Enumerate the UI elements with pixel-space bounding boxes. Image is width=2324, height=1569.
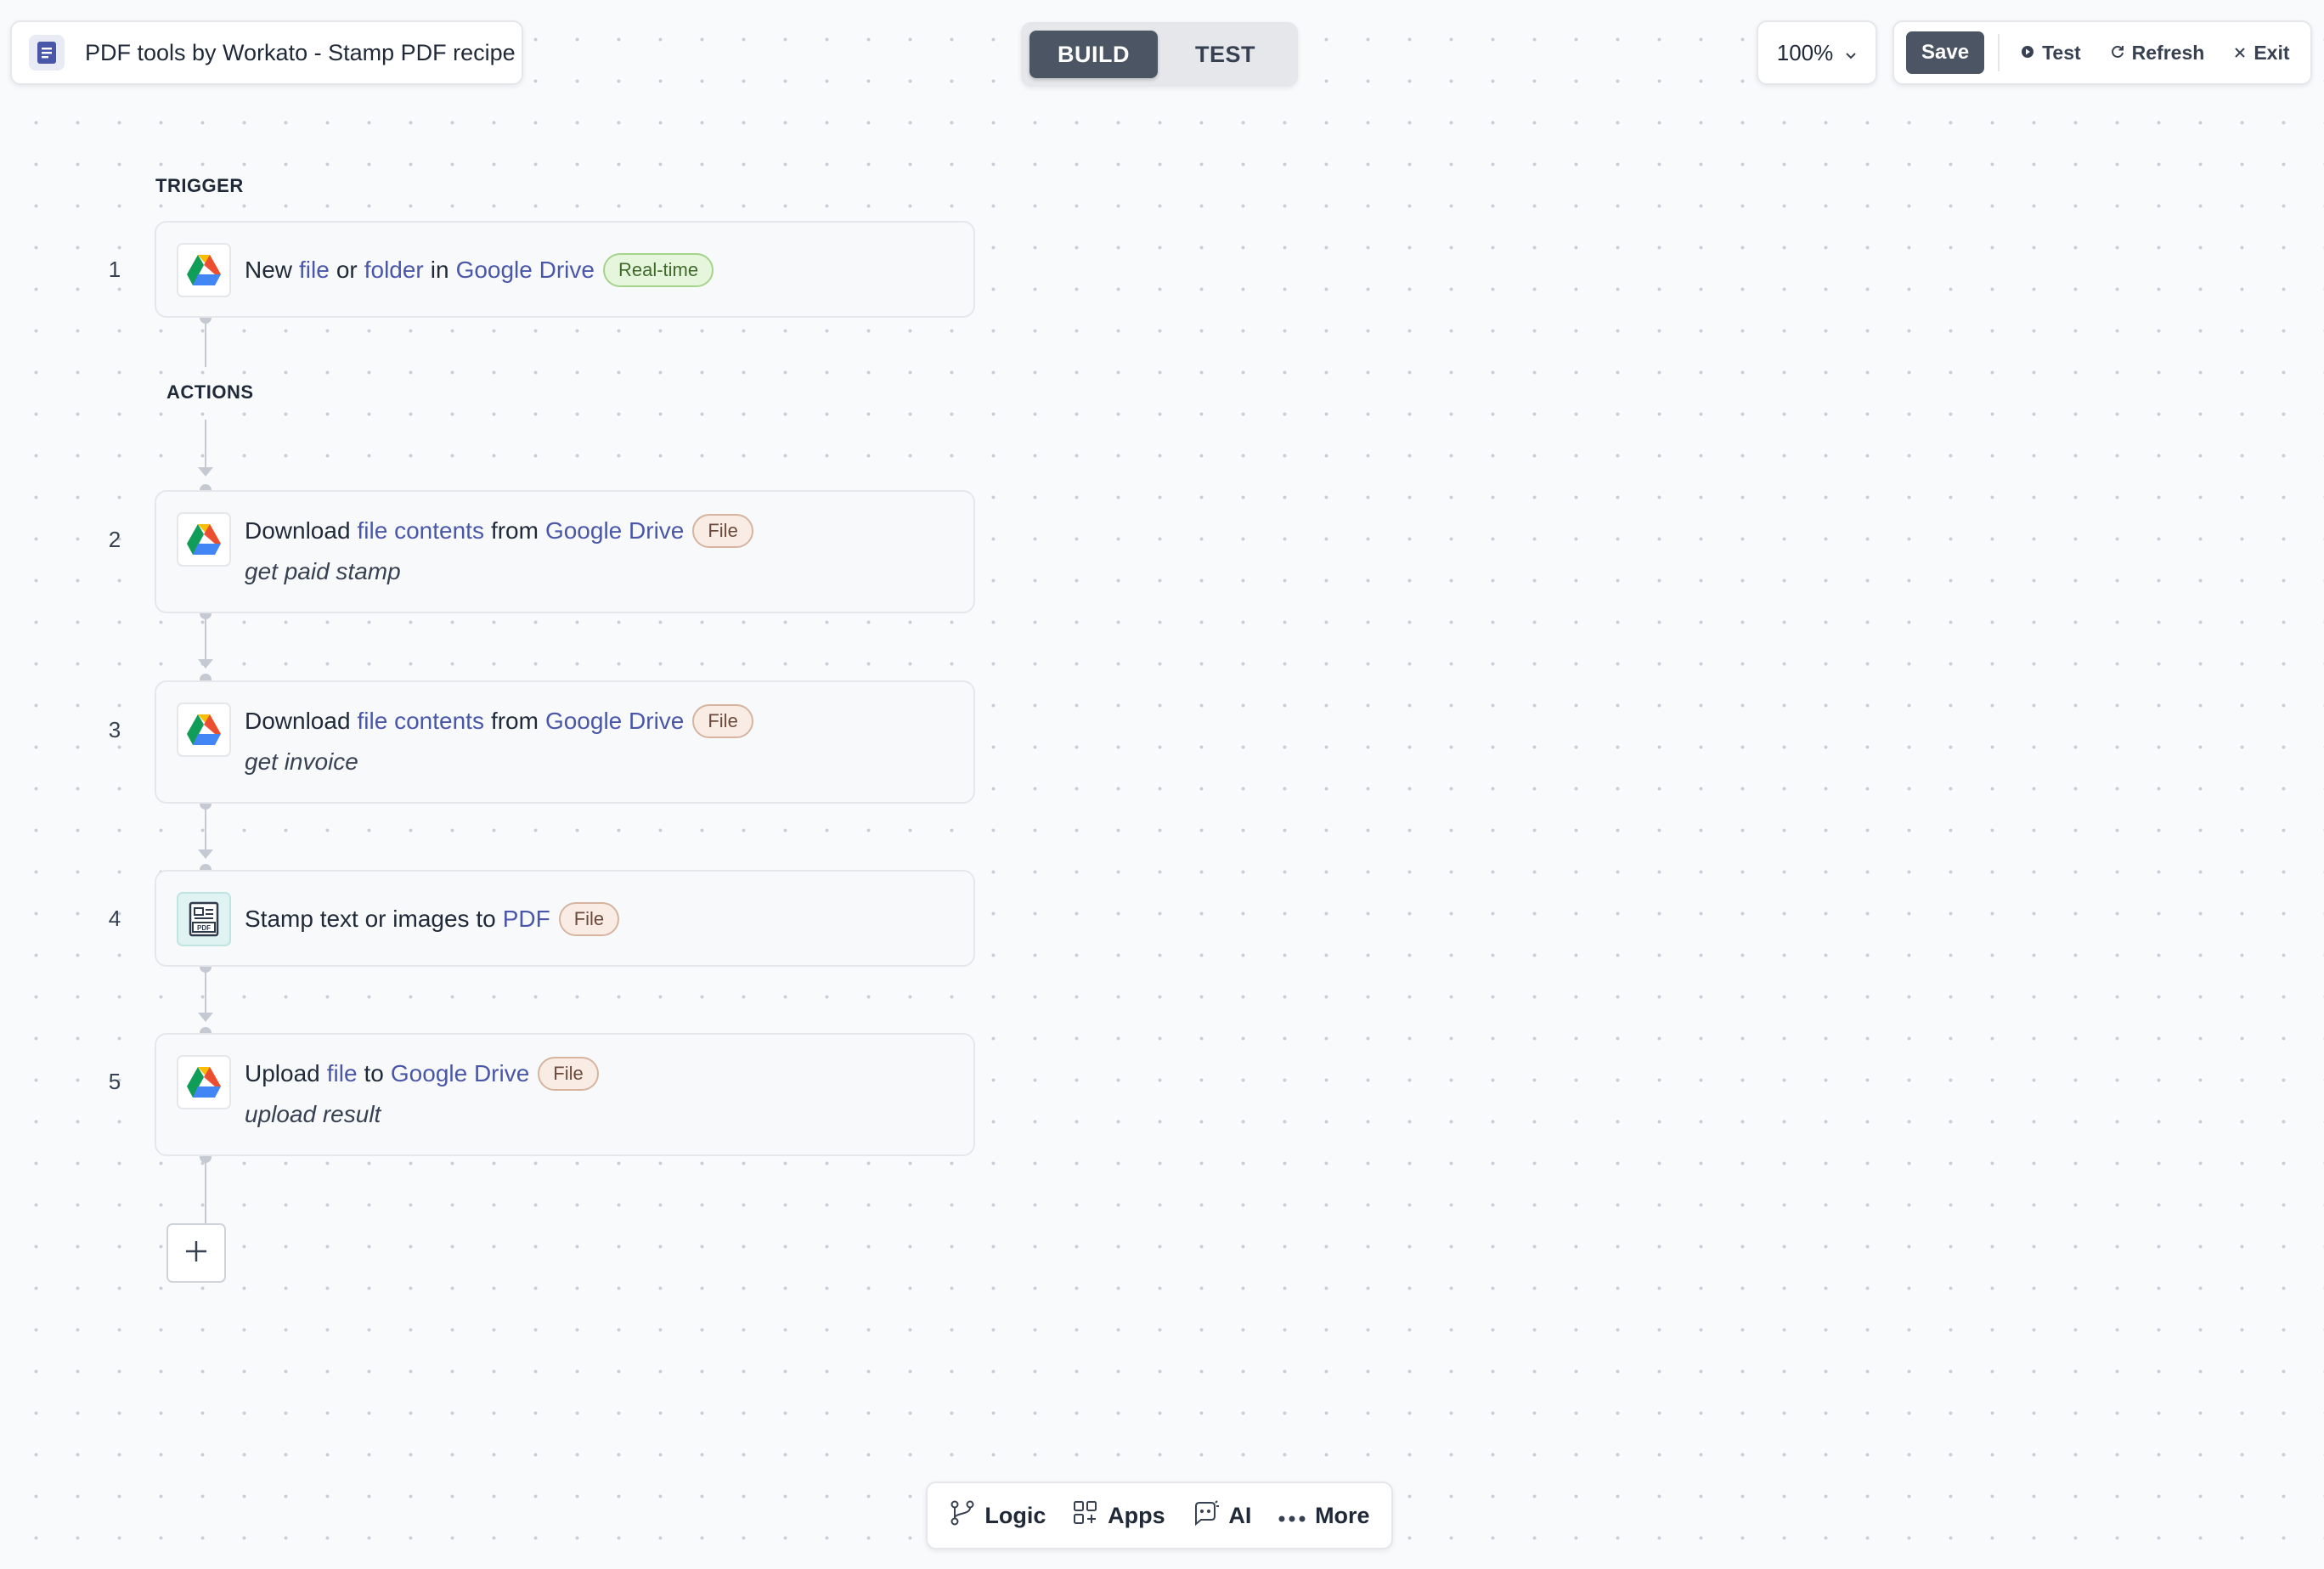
file-badge: File xyxy=(692,704,753,738)
ai-icon xyxy=(1191,1499,1220,1532)
step-card-action[interactable]: Upload file to Google Drive File upload … xyxy=(155,1033,975,1156)
realtime-badge: Real-time xyxy=(602,253,714,287)
step-subtitle: get invoice xyxy=(245,748,358,775)
more-dots-icon xyxy=(1278,1503,1306,1529)
step-app-link[interactable]: Google Drive xyxy=(545,517,684,545)
close-icon xyxy=(2233,42,2247,65)
file-badge: File xyxy=(558,902,620,936)
file-badge: File xyxy=(692,514,753,548)
google-drive-icon xyxy=(177,1055,231,1109)
document-icon xyxy=(29,35,65,71)
more-button[interactable]: More xyxy=(1278,1503,1370,1529)
step-description: Upload file to Google Drive File xyxy=(245,1057,599,1091)
test-button[interactable]: Test xyxy=(2020,42,2081,65)
step-description: Download file contents from Google Drive… xyxy=(245,704,753,738)
google-drive-icon xyxy=(177,243,231,297)
step-card-action[interactable]: PDF Stamp text or images to PDF File xyxy=(155,870,975,967)
step-number: 4 xyxy=(108,906,121,931)
arrow-down-icon xyxy=(198,1013,213,1022)
refresh-button[interactable]: Refresh xyxy=(2110,41,2205,65)
chevron-down-icon xyxy=(1845,40,1857,66)
step-link[interactable]: file xyxy=(299,257,330,284)
divider xyxy=(1998,34,2000,71)
step-number: 3 xyxy=(108,717,121,742)
plus-icon xyxy=(183,1239,209,1268)
step-link[interactable]: file contents xyxy=(358,517,484,545)
recipe-title-panel: PDF tools by Workato - Stamp PDF recipe xyxy=(10,20,523,85)
step-link[interactable]: folder xyxy=(364,257,424,284)
step-card-trigger[interactable]: New file or folder in Google Drive Real-… xyxy=(155,221,975,318)
save-button[interactable]: Save xyxy=(1906,31,1985,74)
google-drive-icon xyxy=(177,512,231,567)
svg-text:PDF: PDF xyxy=(197,924,211,932)
step-link[interactable]: file contents xyxy=(358,708,484,735)
refresh-icon xyxy=(2110,42,2125,65)
step-link[interactable]: file xyxy=(327,1060,358,1087)
google-drive-icon xyxy=(177,703,231,757)
step-subtitle: upload result xyxy=(245,1101,381,1127)
step-app-link[interactable]: Google Drive xyxy=(545,708,684,735)
mode-toggle: BUILD TEST xyxy=(1021,22,1298,87)
exit-label: Exit xyxy=(2253,41,2290,64)
arrow-down-icon xyxy=(198,467,213,477)
step-number: 5 xyxy=(108,1069,121,1094)
add-step-button[interactable] xyxy=(166,1223,226,1283)
step-description: Stamp text or images to PDF File xyxy=(245,902,620,936)
recipe-title: PDF tools by Workato - Stamp PDF recipe xyxy=(85,39,516,65)
ai-button[interactable]: AI xyxy=(1191,1499,1251,1532)
more-label: More xyxy=(1315,1502,1370,1528)
step-subtitle: get paid stamp xyxy=(245,558,401,584)
arrow-down-icon xyxy=(198,849,213,859)
step-app-link[interactable]: Google Drive xyxy=(456,257,595,284)
zoom-dropdown[interactable]: 100% xyxy=(1757,20,1877,85)
apps-icon xyxy=(1072,1499,1099,1532)
actions-section-label: ACTIONS xyxy=(166,381,254,403)
step-description: Download file contents from Google Drive… xyxy=(245,514,753,548)
trigger-section-label: TRIGGER xyxy=(155,175,244,196)
step-card-action[interactable]: Download file contents from Google Drive… xyxy=(155,490,975,613)
ai-label: AI xyxy=(1228,1502,1252,1528)
step-app-link[interactable]: Google Drive xyxy=(391,1060,529,1087)
test-label: Test xyxy=(2042,41,2081,64)
pdf-tools-icon: PDF xyxy=(177,892,231,946)
recipe-actions-panel: Save Test Refresh Exit xyxy=(1892,20,2312,85)
connector-line xyxy=(205,1157,206,1223)
refresh-label: Refresh xyxy=(2131,41,2205,64)
tab-build[interactable]: BUILD xyxy=(1029,31,1158,78)
connector-line xyxy=(205,318,206,367)
step-app-link[interactable]: PDF xyxy=(503,906,550,933)
arrow-down-icon xyxy=(198,659,213,669)
tab-test[interactable]: TEST xyxy=(1161,31,1289,78)
logic-label: Logic xyxy=(984,1502,1046,1528)
zoom-level: 100% xyxy=(1776,39,1834,65)
logic-icon xyxy=(949,1499,976,1532)
connector-line xyxy=(205,420,206,467)
exit-button[interactable]: Exit xyxy=(2233,41,2290,65)
play-circle-icon xyxy=(2020,42,2035,65)
step-number: 1 xyxy=(108,257,121,282)
step-number: 2 xyxy=(108,527,121,552)
apps-button[interactable]: Apps xyxy=(1072,1499,1165,1532)
step-card-action[interactable]: Download file contents from Google Drive… xyxy=(155,680,975,804)
bottom-toolbar: Logic Apps AI More xyxy=(926,1482,1393,1549)
logic-button[interactable]: Logic xyxy=(949,1499,1046,1532)
apps-label: Apps xyxy=(1108,1502,1165,1528)
step-description: New file or folder in Google Drive Real-… xyxy=(245,253,714,287)
file-badge: File xyxy=(538,1057,599,1091)
